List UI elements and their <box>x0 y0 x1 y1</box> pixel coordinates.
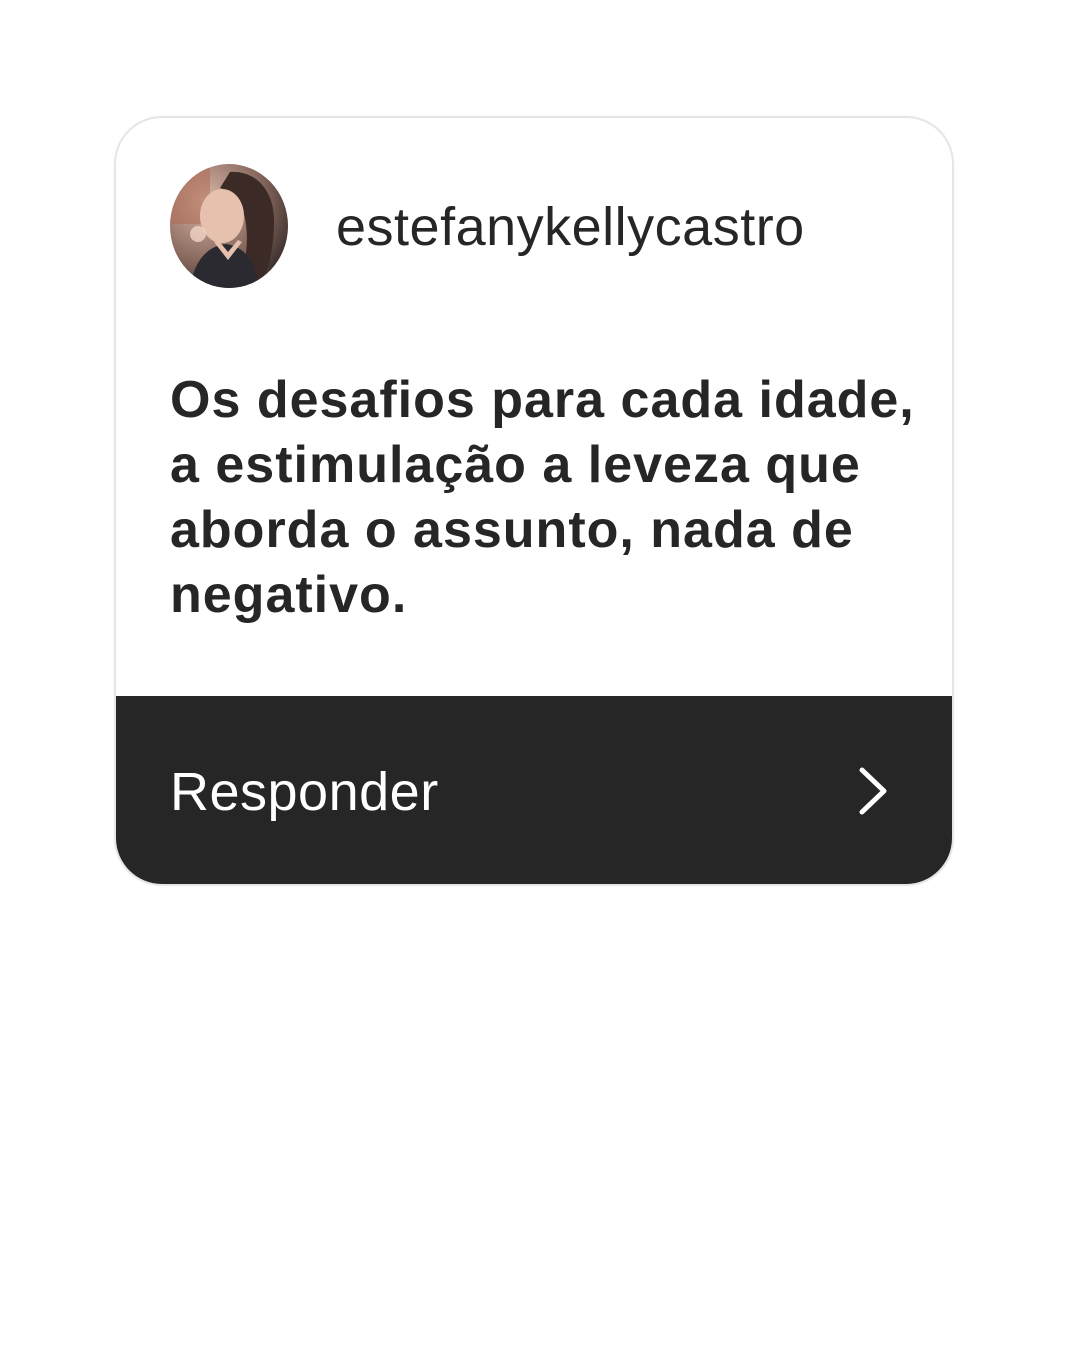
reply-label: Responder <box>170 762 439 822</box>
chevron-right-icon <box>856 766 890 816</box>
response-text: Os desafios para cada idade, a estimulaç… <box>170 371 915 624</box>
card-header: estefanykellycastro <box>116 118 952 318</box>
avatar-photo <box>170 164 288 288</box>
username[interactable]: estefanykellycastro <box>336 196 805 258</box>
avatar[interactable] <box>170 164 288 288</box>
reply-button[interactable]: Responder <box>116 696 952 884</box>
question-response-card: estefanykellycastro Os desafios para cad… <box>114 116 954 886</box>
